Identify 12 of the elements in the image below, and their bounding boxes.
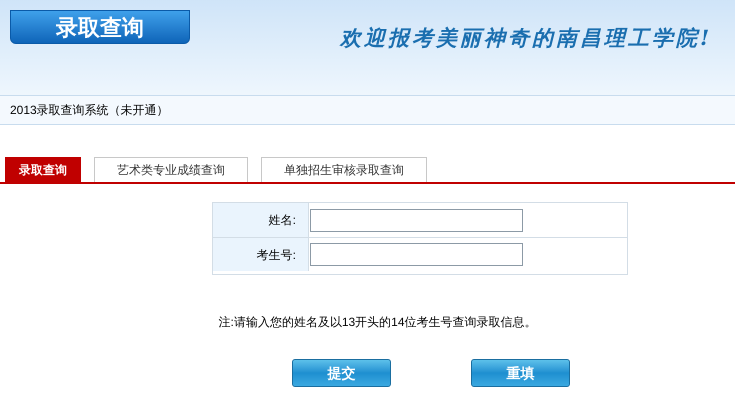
system-status-text: 2013录取查询系统（未开通） [10, 102, 169, 119]
input-field[interactable] [310, 208, 523, 232]
field-label: 姓名: [268, 212, 296, 229]
instruction-note: 注:请输入您的姓名及以13开头的14位考生号查询录取信息。 [218, 314, 537, 331]
tab[interactable]: 单独招生审核录取查询 [261, 157, 427, 182]
form-button[interactable]: 重填 [471, 359, 570, 387]
input-field[interactable] [310, 243, 523, 266]
tab[interactable]: 录取查询 [5, 157, 81, 182]
banner-title: 录取查询 [10, 10, 190, 44]
field-label: 考生号: [256, 246, 296, 264]
tab[interactable]: 艺术类专业成绩查询 [94, 157, 248, 182]
slogan: 欢迎报考美丽神奇的南昌理工学院! [340, 24, 712, 52]
